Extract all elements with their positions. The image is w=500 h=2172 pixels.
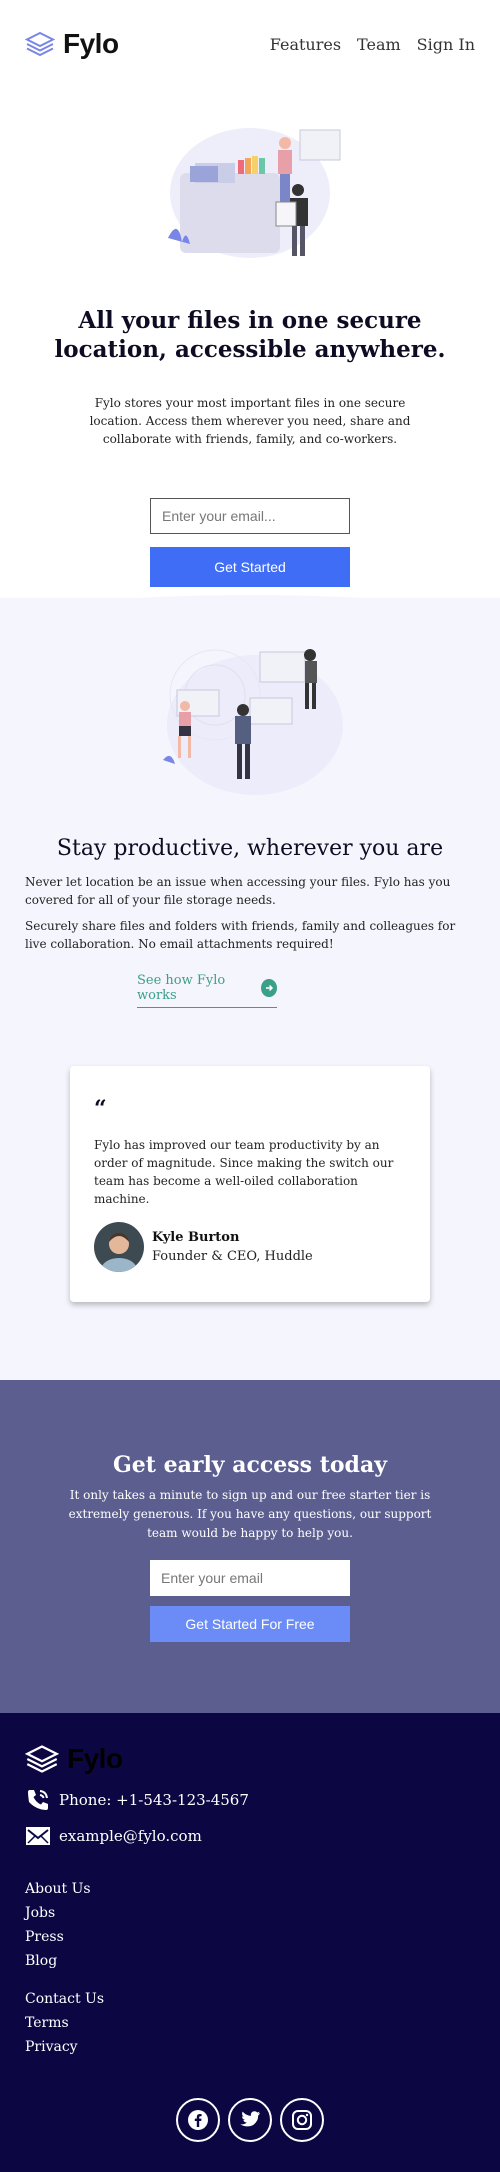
early-access-title: Get early access today [113,1452,387,1478]
footer-link-blog[interactable]: Blog [25,1949,475,1973]
footer-link-press[interactable]: Press [25,1925,475,1949]
phone-text: Phone: +1-543-123-4567 [59,1791,249,1809]
hero-title: All your files in one secure location, a… [54,307,446,363]
instagram-icon [292,2110,312,2130]
testimonial-card: “ Fylo has improved our team productivit… [70,1066,430,1302]
footer-link-privacy[interactable]: Privacy [25,2035,475,2059]
footer-link-contact-us[interactable]: Contact Us [25,1987,475,2011]
facebook-icon [188,2110,208,2130]
logo-text: Fylo [63,28,119,59]
productive-title: Stay productive, wherever you are [56,836,444,861]
footer-link-jobs[interactable]: Jobs [25,1901,475,1925]
facebook-link[interactable] [176,2098,220,2142]
phone-icon [28,1790,48,1810]
productive-section: Stay productive, wherever you are Never … [0,610,500,1380]
author-role: Founder & CEO, Huddle [152,1249,313,1264]
site-footer: Fylo Phone: +1-543-123-4567 example@fylo… [0,1713,500,2172]
author-name: Kyle Burton [152,1230,240,1245]
instagram-link[interactable] [280,2098,324,2142]
hero-section: All your files in one secure location, a… [0,88,500,610]
see-how-label: See how Fylo works [137,973,226,1003]
hero-illustration [168,128,341,258]
section-curve [0,595,500,610]
twitter-link[interactable] [228,2098,272,2142]
quote-icon: “ [94,1096,107,1122]
footer-links-group-2: Contact Us Terms Privacy [25,1987,475,2059]
footer-logo-text: Fylo [67,1743,123,1774]
nav-features[interactable]: Features [270,35,341,54]
testimonial-text: Fylo has improved our team productivity … [94,1138,394,1206]
hero-signup-form: Get Started [150,498,350,587]
footer-logo[interactable]: Fylo [25,1743,475,1775]
hero-description: Fylo stores your most important files in… [89,396,411,446]
early-access-form: Get Started For Free [150,1560,350,1642]
footer-link-terms[interactable]: Terms [25,2011,475,2035]
get-started-free-button[interactable]: Get Started For Free [150,1606,350,1642]
hero-email-input[interactable] [150,498,350,534]
layers-icon [25,31,55,57]
productive-paragraph-2: Securely share files and folders with fr… [25,919,456,951]
arrow-right-icon [261,979,277,997]
see-how-fylo-works-link[interactable]: See how Fylo works [137,973,277,1008]
footer-link-about-us[interactable]: About Us [25,1877,475,1901]
nav-sign-in[interactable]: Sign In [417,35,475,54]
early-access-email-input[interactable] [150,1560,350,1596]
mail-icon [26,1827,50,1845]
footer-links-group-1: About Us Jobs Press Blog [25,1877,475,1973]
early-access-section: Get early access today It only takes a m… [0,1380,500,1713]
productive-paragraph-1: Never let location be an issue when acce… [25,875,451,907]
layers-icon [25,1745,59,1773]
avatar [94,1222,144,1272]
nav-team[interactable]: Team [357,35,401,54]
productive-illustration [163,649,343,795]
footer-email: example@fylo.com [25,1825,475,1847]
email-text[interactable]: example@fylo.com [59,1827,202,1845]
early-access-description: It only takes a minute to sign up and ou… [68,1488,432,1540]
twitter-icon [240,2111,261,2127]
testimonial-author: Kyle Burton Founder & CEO, Huddle [94,1222,406,1272]
site-header: Fylo Features Team Sign In [0,0,500,88]
main-nav: Features Team Sign In [270,35,475,54]
author-info: Kyle Burton Founder & CEO, Huddle [152,1230,313,1264]
logo[interactable]: Fylo [25,28,119,60]
footer-phone: Phone: +1-543-123-4567 [25,1787,475,1813]
social-links [0,2098,500,2142]
